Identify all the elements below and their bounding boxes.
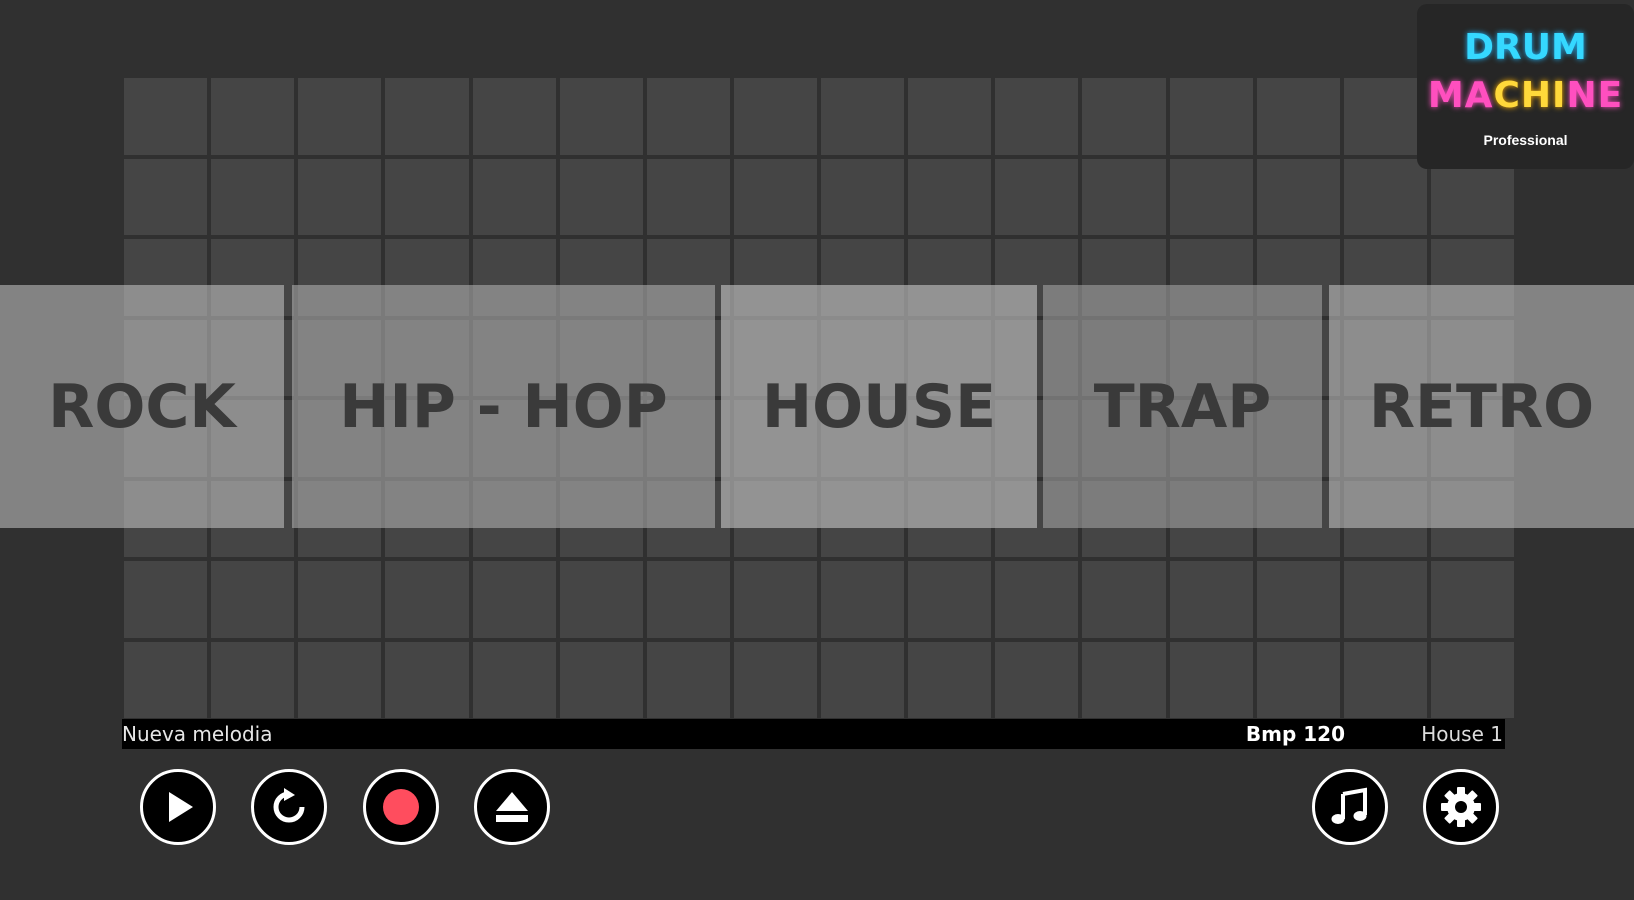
drum-pad[interactable]	[211, 561, 295, 638]
preset-name[interactable]: House 1	[1421, 719, 1503, 749]
logo-subtitle: Professional	[1483, 132, 1568, 148]
drum-pad[interactable]	[385, 561, 469, 638]
drum-pad[interactable]	[1082, 158, 1166, 235]
drum-pad[interactable]	[1082, 641, 1166, 718]
drum-pad[interactable]	[1169, 78, 1253, 155]
drum-pad[interactable]	[1430, 641, 1514, 718]
drum-pad[interactable]	[1256, 78, 1340, 155]
logo-title-machine: MACHINE	[1427, 75, 1624, 116]
drum-pad[interactable]	[733, 78, 817, 155]
record-icon	[383, 789, 419, 825]
genre-label: ROCK	[48, 371, 236, 442]
drum-pad[interactable]	[995, 158, 1079, 235]
drum-pad[interactable]	[385, 78, 469, 155]
eject-button[interactable]	[474, 769, 550, 845]
drum-pad[interactable]	[124, 158, 208, 235]
drum-pad[interactable]	[1343, 641, 1427, 718]
drum-pad[interactable]	[995, 78, 1079, 155]
drum-pad[interactable]	[298, 158, 382, 235]
app-logo: DRUM MACHINE Professional	[1417, 4, 1634, 169]
genre-label: TRAP	[1093, 371, 1272, 442]
drum-pad[interactable]	[908, 641, 992, 718]
bpm-readout[interactable]: Bmp 120	[1246, 719, 1345, 749]
drum-pad[interactable]	[559, 641, 643, 718]
drum-pad[interactable]	[559, 78, 643, 155]
settings-button[interactable]	[1423, 769, 1499, 845]
genre-selector: ROCK HIP - HOP HOUSE TRAP RETRO	[0, 285, 1634, 528]
drum-pad[interactable]	[1082, 78, 1166, 155]
song-name[interactable]: Nueva melodia	[122, 719, 272, 749]
drum-pad[interactable]	[124, 641, 208, 718]
gear-icon	[1441, 787, 1481, 827]
drum-pad[interactable]	[472, 561, 556, 638]
drum-pad[interactable]	[1343, 561, 1427, 638]
drum-pad[interactable]	[821, 641, 905, 718]
drum-pad[interactable]	[124, 561, 208, 638]
drum-pad[interactable]	[821, 78, 905, 155]
music-button[interactable]	[1312, 769, 1388, 845]
drum-pad[interactable]	[298, 641, 382, 718]
genre-rock-button[interactable]: ROCK	[0, 285, 284, 528]
drum-pad[interactable]	[559, 158, 643, 235]
drum-pad[interactable]	[908, 78, 992, 155]
drum-pad[interactable]	[821, 158, 905, 235]
drum-pad[interactable]	[1169, 158, 1253, 235]
drum-pad[interactable]	[646, 561, 730, 638]
record-button[interactable]	[363, 769, 439, 845]
drum-pad[interactable]	[298, 561, 382, 638]
music-note-icon	[1331, 787, 1367, 824]
genre-retro-button[interactable]: RETRO	[1329, 285, 1634, 528]
drum-pad[interactable]	[211, 158, 295, 235]
genre-house-button[interactable]: HOUSE	[721, 285, 1037, 528]
drum-pad[interactable]	[298, 78, 382, 155]
drum-pad[interactable]	[385, 158, 469, 235]
drum-pad[interactable]	[472, 158, 556, 235]
genre-label: HIP - HOP	[339, 371, 668, 442]
drum-pad[interactable]	[472, 78, 556, 155]
drum-pad[interactable]	[733, 641, 817, 718]
reset-icon	[273, 788, 305, 823]
drum-pad[interactable]	[559, 561, 643, 638]
genre-label: RETRO	[1368, 371, 1595, 442]
drum-pad[interactable]	[995, 561, 1079, 638]
genre-label: HOUSE	[761, 371, 997, 442]
drum-pad[interactable]	[733, 158, 817, 235]
reset-button[interactable]	[251, 769, 327, 845]
drum-pad[interactable]	[908, 158, 992, 235]
play-button[interactable]	[140, 769, 216, 845]
drum-pad[interactable]	[1430, 561, 1514, 638]
drum-pad[interactable]	[1256, 561, 1340, 638]
drum-pad[interactable]	[646, 78, 730, 155]
status-bar: Nueva melodia Bmp 120 House 1	[122, 719, 1505, 749]
drum-pad[interactable]	[646, 641, 730, 718]
eject-icon	[496, 792, 528, 822]
drum-machine-app: ROCK HIP - HOP HOUSE TRAP RETRO DRUM MAC…	[0, 0, 1634, 900]
drum-pad[interactable]	[1256, 641, 1340, 718]
drum-pad[interactable]	[385, 641, 469, 718]
drum-pad[interactable]	[733, 561, 817, 638]
logo-title-drum: DRUM	[1464, 27, 1587, 68]
drum-pad[interactable]	[211, 641, 295, 718]
drum-pad[interactable]	[821, 561, 905, 638]
drum-pad[interactable]	[995, 641, 1079, 718]
drum-pad[interactable]	[472, 641, 556, 718]
drum-pad[interactable]	[1430, 158, 1514, 235]
drum-pad[interactable]	[646, 158, 730, 235]
genre-trap-button[interactable]: TRAP	[1043, 285, 1322, 528]
play-icon	[169, 792, 193, 822]
drum-pad[interactable]	[1082, 561, 1166, 638]
drum-pad[interactable]	[124, 78, 208, 155]
genre-hiphop-button[interactable]: HIP - HOP	[292, 285, 715, 528]
drum-pad[interactable]	[1343, 158, 1427, 235]
drum-pad[interactable]	[1256, 158, 1340, 235]
drum-pad[interactable]	[1169, 561, 1253, 638]
drum-pad[interactable]	[211, 78, 295, 155]
drum-pad[interactable]	[1169, 641, 1253, 718]
drum-pad[interactable]	[1343, 78, 1427, 155]
drum-pad[interactable]	[908, 561, 992, 638]
